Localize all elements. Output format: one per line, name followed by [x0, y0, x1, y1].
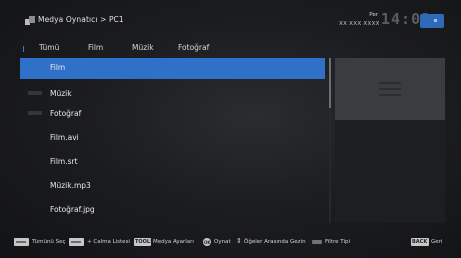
filter-type-hint: Filtre Tipi [325, 239, 350, 245]
list-item[interactable]: Film [20, 58, 325, 79]
list-item-label: Müzik [50, 89, 72, 98]
header: Medya Oynatıcı > PC1 Per XX XXX XXXX 14:… [0, 0, 461, 40]
filter-icon [312, 240, 322, 244]
scrollbar-thumb[interactable] [329, 58, 331, 108]
list-item-label: Film.srt [50, 157, 78, 166]
list-item[interactable]: Müzik [20, 84, 325, 105]
breadcrumb: Medya Oynatıcı > PC1 [38, 15, 124, 24]
file-list: Film Müzik Fotoğraf Film.avi Film.srt Mü… [20, 58, 325, 223]
ok-key-label: OK [204, 240, 211, 245]
folder-icon [28, 91, 42, 95]
navigate-icon: ⇕ [236, 237, 242, 245]
list-item-label: Fotoğraf [50, 109, 82, 118]
ok-key: OK [203, 238, 211, 246]
footer-legend: Tümünü Seç + Calma Listesi TOOLS Medya A… [0, 236, 461, 252]
navigate-hint: Öğeler Arasında Gezin [244, 239, 306, 245]
key-dots-icon [71, 241, 81, 243]
media-player-icon [25, 16, 35, 25]
list-item[interactable]: Müzik.mp3 [20, 176, 325, 197]
play-hint: Oynat [214, 239, 231, 245]
back-key-label: BACK [412, 239, 428, 245]
tools-key-label: TOOLS [135, 239, 154, 245]
list-item[interactable]: Film.srt [20, 152, 325, 173]
tv-icon[interactable] [420, 14, 444, 28]
tab-film[interactable]: Film [88, 43, 103, 52]
list-item-label: Müzik.mp3 [50, 181, 91, 190]
media-player-screen: Medya Oynatıcı > PC1 Per XX XXX XXXX 14:… [0, 0, 461, 258]
tab-music[interactable]: Müzik [132, 43, 154, 52]
list-item-label: Fotoğraf.jpg [50, 205, 95, 214]
key-dots-icon [16, 241, 26, 243]
playlist-hint: + Calma Listesi [87, 239, 130, 245]
tab-all[interactable]: Tümü [39, 43, 59, 52]
date-label: XX XXX XXXX [339, 21, 380, 27]
list-item[interactable]: Fotoğraf.jpg [20, 200, 325, 221]
folder-icon [28, 111, 42, 115]
list-item-label: Film [50, 63, 66, 72]
day-label: Per [369, 12, 378, 18]
tab-photo[interactable]: Fotoğraf [178, 43, 209, 52]
list-item-label: Film.avi [50, 133, 79, 142]
preview-thumbnail [335, 58, 445, 120]
tab-indicator [23, 46, 24, 52]
media-settings-hint: Medya Ayarları [153, 239, 194, 245]
list-item[interactable]: Film.avi [20, 128, 325, 149]
back-hint: Geri [431, 239, 443, 245]
list-item[interactable]: Fotoğraf [20, 104, 325, 125]
select-all-hint: Tümünü Seç [32, 239, 66, 245]
